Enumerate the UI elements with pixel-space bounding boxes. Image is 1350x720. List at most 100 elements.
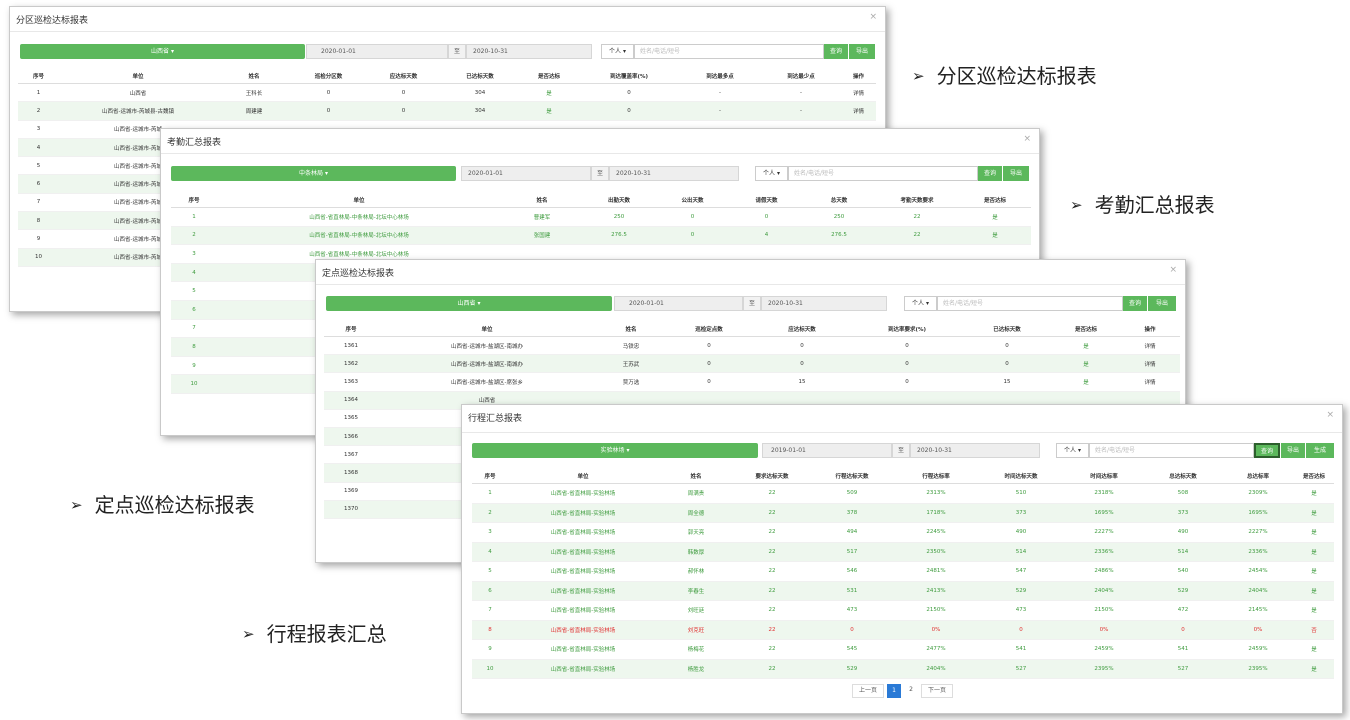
- table-cell: 郝怀林: [658, 561, 734, 582]
- person-type-select[interactable]: 个人 ▾: [601, 44, 634, 59]
- date-from-input[interactable]: 2020-01-01: [461, 166, 591, 181]
- date-to-input[interactable]: 2020-10-31: [910, 443, 1040, 458]
- table-cell: 2404%: [894, 659, 978, 679]
- table-cell: 山西省-省直林局-中条林局-北坛中心林场: [217, 226, 501, 246]
- table-row[interactable]: 1 山西省-省直林局-实验林场 周满贵 22 509 2313% 510 2318% 508 23…: [472, 483, 1334, 504]
- table-cell: 山西省-运城市-盐湖区-席张乡: [378, 372, 596, 392]
- table-cell: 是: [1294, 522, 1334, 543]
- date-from-input[interactable]: 2019-01-01: [762, 443, 892, 458]
- close-icon[interactable]: ×: [1169, 265, 1177, 275]
- table-cell: 否: [1294, 620, 1334, 640]
- query-button[interactable]: 查询: [824, 44, 848, 59]
- pagination-next[interactable]: 下一页: [921, 684, 953, 698]
- date-to-input[interactable]: 2020-10-31: [609, 166, 739, 181]
- date-from-input[interactable]: 2020-01-01: [614, 296, 743, 311]
- search-input[interactable]: 姓名/电话/短号: [788, 166, 978, 181]
- export-button[interactable]: 导出: [1003, 166, 1029, 181]
- pagination-page-2[interactable]: 2: [904, 684, 918, 698]
- table-cell: 6: [18, 174, 59, 194]
- table-row[interactable]: 1 山西省 王科长 0 0 304 是 0- - 详情: [18, 83, 876, 103]
- date-range-separator: 至: [448, 44, 466, 59]
- window-title: 行程汇总报表: [468, 414, 523, 424]
- table-row[interactable]: 4 山西省-省直林局-实验林场 韩数厚 22 517 2350% 514 2336% 514 23…: [472, 542, 1334, 562]
- table-cell: 0: [366, 101, 441, 121]
- title-divider: [316, 284, 1185, 285]
- table-cell: 2227%: [1064, 522, 1144, 543]
- table-row[interactable]: 8 山西省-省直林局-实验林场 刘克旺 22 0 0% 0 0% 0 0% 否: [472, 620, 1334, 640]
- table-row[interactable]: 10 山西省-省直林局-实验林场 杨胜龙 22 529 2404% 527 2395% 527 2…: [472, 659, 1334, 679]
- person-type-select[interactable]: 个人 ▾: [904, 296, 937, 311]
- table-row[interactable]: 1363 山西省-运城市-盐湖区-席张乡 贾万选 0 15 0 15 是详情: [324, 372, 1180, 392]
- query-button[interactable]: 查询: [1254, 443, 1280, 458]
- table-cell: 2477%: [894, 639, 978, 660]
- query-button[interactable]: 查询: [978, 166, 1002, 181]
- table-cell: 王苏武: [596, 354, 666, 374]
- column-header: 姓名: [596, 322, 666, 337]
- close-icon[interactable]: ×: [869, 12, 877, 22]
- pagination-prev[interactable]: 上一页: [852, 684, 884, 698]
- column-header: 已达标天数: [962, 322, 1052, 337]
- table-cell: 540: [1144, 561, 1222, 582]
- table-cell: 472: [1144, 600, 1222, 621]
- table-cell[interactable]: 详情: [841, 83, 876, 103]
- table-cell: 周建建: [217, 101, 291, 121]
- table-cell: 0: [752, 354, 852, 374]
- table-cell: 王科长: [217, 83, 291, 103]
- table-cell: 22: [734, 522, 810, 543]
- column-header: 到达率要求(%): [852, 322, 962, 337]
- label-text: 考勤汇总报表: [1094, 193, 1215, 217]
- column-header: 序号: [18, 69, 59, 84]
- table-cell[interactable]: 详情: [1120, 336, 1180, 356]
- table-cell: 周满贵: [658, 483, 734, 504]
- table-cell: 22: [734, 581, 810, 601]
- search-input[interactable]: 姓名/电话/短号: [1089, 443, 1254, 458]
- table-row[interactable]: 2 山西省-省直林局-中条林局-北坛中心林场 张国建 276.5 0 4 276.5 22 是: [171, 226, 1031, 246]
- pagination-page-1[interactable]: 1: [887, 684, 901, 698]
- table-row[interactable]: 2 山西省-运城市-芮城县-古魏镇 周建建 0 0 304 是 0- - 详情: [18, 101, 876, 121]
- date-to-input[interactable]: 2020-10-31: [466, 44, 592, 59]
- export-button[interactable]: 导出: [1281, 443, 1305, 458]
- date-from-input[interactable]: 2020-01-01: [306, 44, 448, 59]
- table-row[interactable]: 5 山西省-省直林局-实验林场 郝怀林 22 546 2481% 547 2486% 540 24…: [472, 561, 1334, 582]
- table-cell[interactable]: 详情: [1120, 354, 1180, 374]
- table-cell: 509: [810, 483, 894, 504]
- export-button[interactable]: 导出: [849, 44, 875, 59]
- generate-button[interactable]: 生成: [1306, 443, 1334, 458]
- table-row[interactable]: 1361 山西省-运城市-盐湖区-南城办 马铁忠 0 0 0 0 是详情: [324, 336, 1180, 356]
- table-row[interactable]: 3 山西省-省直林局-实验林场 郭天亮 22 494 2245% 490 2227% 490 22…: [472, 522, 1334, 543]
- table-cell: 9: [18, 229, 59, 249]
- table-cell: 22: [734, 659, 810, 679]
- table-cell[interactable]: 详情: [841, 101, 876, 121]
- table-cell: 473: [978, 600, 1064, 621]
- person-type-select[interactable]: 个人 ▾: [755, 166, 788, 181]
- org-select-button[interactable]: 实验林场 ▾: [472, 443, 758, 458]
- table-cell: 490: [978, 522, 1064, 543]
- table-cell: 0: [291, 83, 366, 103]
- org-select-button[interactable]: 山西省 ▾: [326, 296, 612, 311]
- table-row[interactable]: 1 山西省-省直林局-中条林局-北坛中心林场 曹建军 250 0 0 250 22 是: [171, 207, 1031, 227]
- column-header: 要求达标天数: [734, 469, 810, 484]
- search-input[interactable]: 姓名/电话/短号: [634, 44, 824, 59]
- table-row[interactable]: 9 山西省-省直林局-实验林场 杨梅花 22 545 2477% 541 2459% 541 24…: [472, 639, 1334, 660]
- search-input[interactable]: 姓名/电话/短号: [937, 296, 1123, 311]
- table-row[interactable]: 6 山西省-省直林局-实验林场 李春生 22 531 2413% 529 2404% 529 24…: [472, 581, 1334, 601]
- person-type-select[interactable]: 个人 ▾: [1056, 443, 1089, 458]
- table-row[interactable]: 1362 山西省-运城市-盐湖区-南城办 王苏武 0 0 0 0 是详情: [324, 354, 1180, 374]
- table-row[interactable]: 2 山西省-省直林局-实验林场 周全德 22 378 1718% 373 1695% 373 16…: [472, 503, 1334, 523]
- org-select-button[interactable]: 山西省 ▾: [20, 44, 305, 59]
- window-title: 定点巡检达标报表: [322, 269, 395, 279]
- table-cell: 3: [472, 522, 508, 543]
- close-icon[interactable]: ×: [1326, 410, 1334, 420]
- close-icon[interactable]: ×: [1023, 134, 1031, 144]
- org-select-button[interactable]: 中条林局 ▾: [171, 166, 456, 181]
- table-cell[interactable]: 详情: [1120, 372, 1180, 392]
- export-button[interactable]: 导出: [1148, 296, 1176, 311]
- date-to-input[interactable]: 2020-10-31: [761, 296, 887, 311]
- table-cell: 0: [666, 354, 752, 374]
- table-row[interactable]: 7 山西省-省直林局-实验林场 刘旺廷 22 473 2150% 473 2150% 472 21…: [472, 600, 1334, 621]
- label-text: 行程报表汇总: [266, 622, 387, 646]
- column-header: 总天数: [803, 193, 875, 208]
- query-button[interactable]: 查询: [1123, 296, 1147, 311]
- title-divider: [161, 153, 1039, 154]
- table-cell: 0: [752, 336, 852, 356]
